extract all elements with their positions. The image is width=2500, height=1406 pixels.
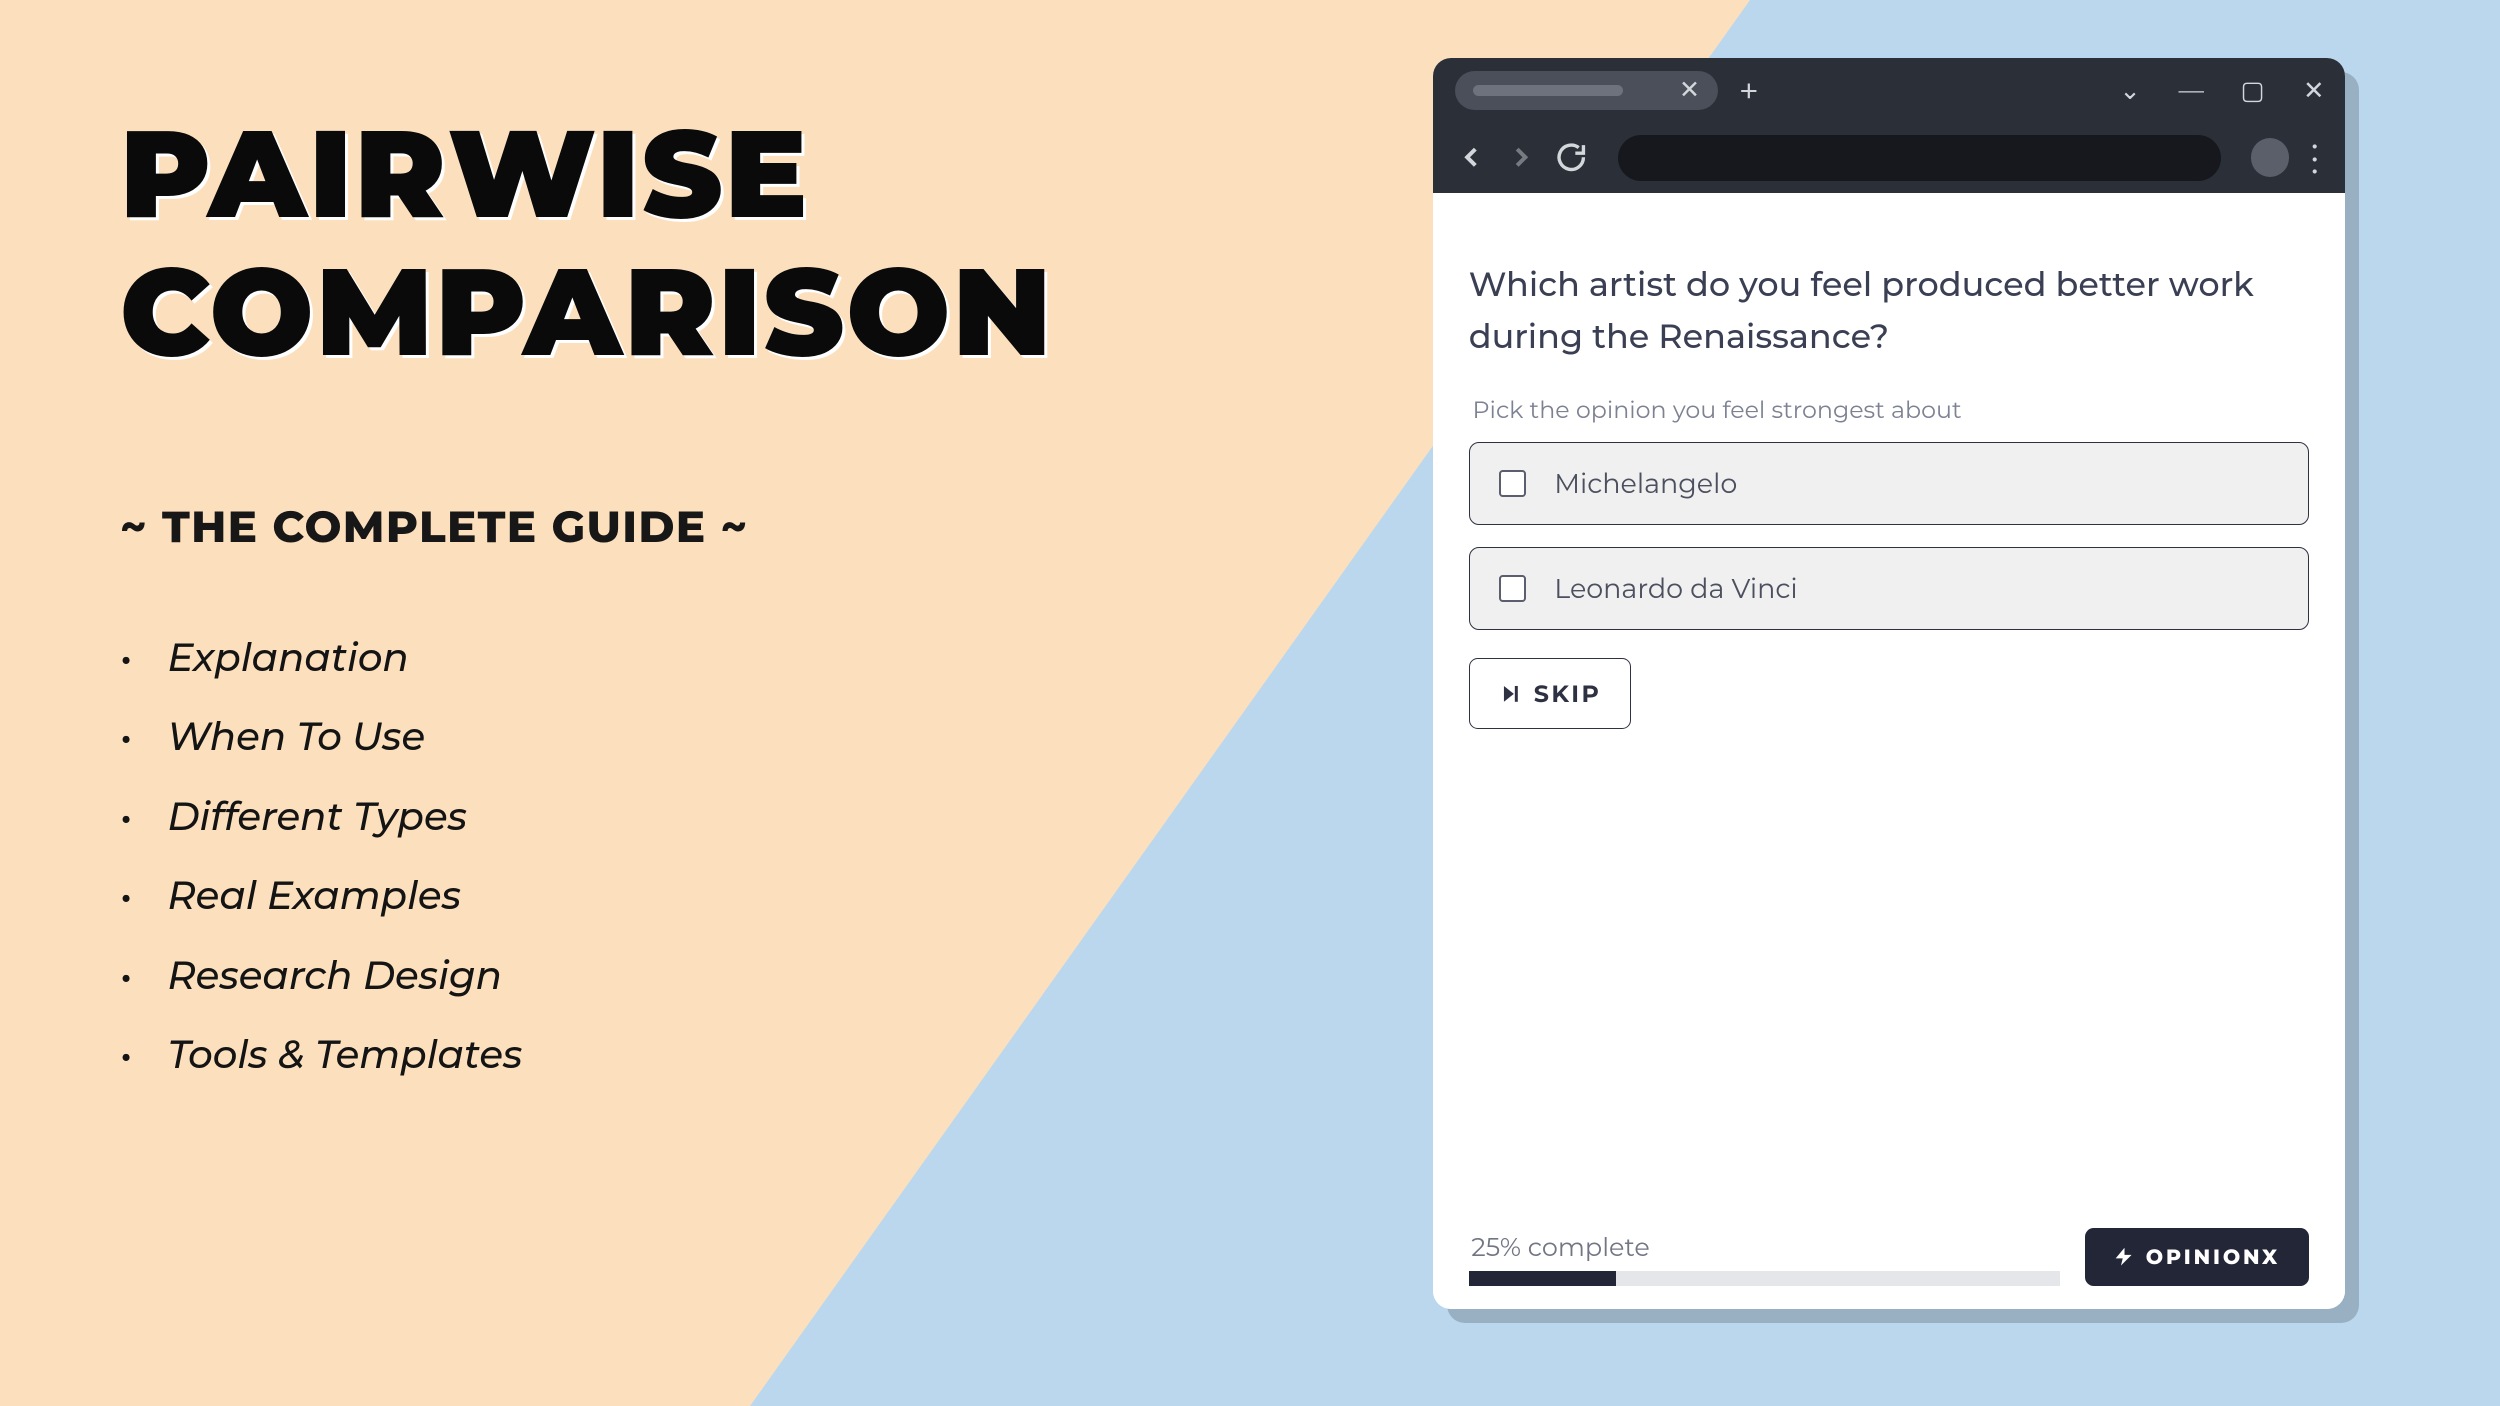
browser-window: ✕ + ⌄ — ▢ ✕ [1433,58,2346,1309]
tab-title-placeholder [1473,85,1623,96]
bolt-icon [2113,1246,2134,1267]
hero-bullet-item: Research Design [120,936,1245,1015]
profile-avatar[interactable] [2251,138,2290,177]
close-tab-icon[interactable]: ✕ [1679,78,1700,103]
hero-bullet-list: Explanation When To Use Different Types … [120,618,1245,1095]
progress-label: 25% complete [1469,1232,2060,1263]
skip-button[interactable]: SKIP [1469,658,1632,729]
minimize-window-icon[interactable]: — [2178,75,2206,106]
survey-page: Which artist do you feel produced better… [1433,193,2346,1309]
survey-option[interactable]: Leonardo da Vinci [1469,547,2309,631]
browser-navbar: ••• [1433,123,2346,193]
checkbox-icon[interactable] [1499,470,1526,497]
hero-text-block: PAIRWISE COMPARISON ~ THE COMPLETE GUIDE… [120,105,1245,1094]
back-icon[interactable] [1455,141,1488,174]
hero-title-line-2: COMPARISON [120,243,1245,380]
brand-label: OPINIONX [2146,1245,2280,1270]
progress-section: 25% complete [1469,1232,2060,1287]
survey-footer: 25% complete OPINIONX [1469,1228,2309,1287]
progress-fill [1469,1271,1617,1286]
survey-question: Which artist do you feel produced better… [1469,260,2309,364]
hero-bullet-item: Different Types [120,777,1245,856]
skip-button-label: SKIP [1534,679,1601,708]
hero-subtitle: ~ THE COMPLETE GUIDE ~ [120,500,1245,553]
brand-button[interactable]: OPINIONX [2085,1228,2309,1287]
browser-tabstrip: ✕ + ⌄ — ▢ ✕ [1433,58,2346,123]
hero-bullet-item: Tools & Templates [120,1015,1245,1094]
browser-tab[interactable]: ✕ [1455,71,1718,110]
hero-bullet-item: When To Use [120,697,1245,776]
survey-instruction: Pick the opinion you feel strongest abou… [1469,395,2309,424]
progress-bar [1469,1271,2060,1286]
chevron-down-icon[interactable]: ⌄ [2116,75,2144,106]
window-controls: ⌄ — ▢ ✕ [2116,58,2327,123]
hero-title-line-1: PAIRWISE [120,105,1245,242]
browser-chrome: ✕ + ⌄ — ▢ ✕ [1433,58,2346,193]
survey-option-label: Leonardo da Vinci [1554,572,1797,605]
hero-bullet-item: Explanation [120,618,1245,697]
checkbox-icon[interactable] [1499,575,1526,602]
maximize-window-icon[interactable]: ▢ [2239,75,2267,106]
menu-kebab-icon[interactable]: ••• [2307,140,2323,175]
survey-option-label: Michelangelo [1554,467,1737,500]
skip-forward-icon [1499,682,1523,706]
close-window-icon[interactable]: ✕ [2300,75,2328,106]
reload-icon[interactable] [1555,141,1588,174]
address-bar[interactable] [1618,135,2221,181]
new-tab-button[interactable]: + [1731,73,1766,108]
survey-option[interactable]: Michelangelo [1469,442,2309,526]
forward-icon[interactable] [1505,141,1538,174]
hero-bullet-item: Real Examples [120,856,1245,935]
